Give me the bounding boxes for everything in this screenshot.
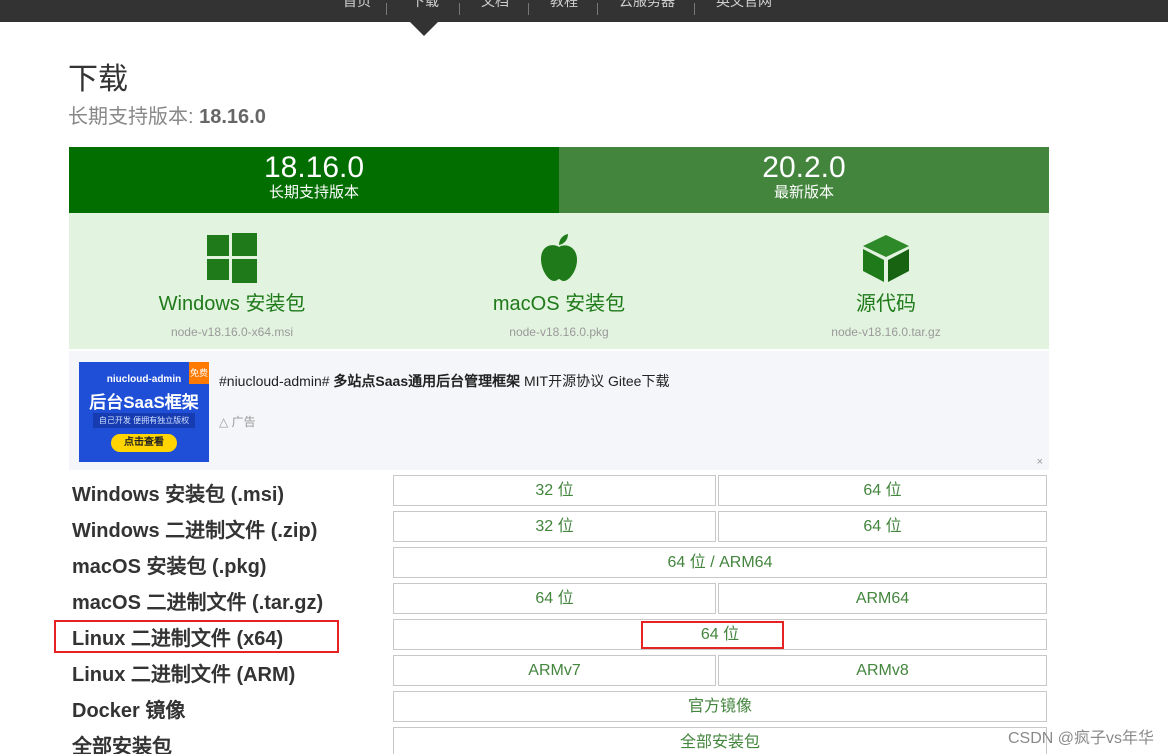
download-link[interactable]: ARMv7 <box>393 655 716 686</box>
subtitle-label: 长期支持版本: <box>68 106 194 128</box>
source-code-link[interactable]: 源代码 node-v18.16.0.tar.gz <box>723 213 1049 349</box>
download-link[interactable]: 32 位 <box>393 511 716 542</box>
ad-banner-image[interactable]: 免费 niucloud-admin 后台SaaS框架 自己开发 便拥有独立版权 … <box>79 362 209 462</box>
ad-banner-headline: 后台SaaS框架 <box>89 393 199 412</box>
download-row-label: Windows 安装包 (.msi) <box>72 484 285 506</box>
nav-docs[interactable]: 文档 <box>481 0 509 11</box>
download-link[interactable]: 官方镜像 <box>393 691 1047 722</box>
download-row-all: 全部安装包 全部安装包 <box>0 725 1168 754</box>
ad-triangle-icon: △ <box>219 415 229 429</box>
ad-block: 免费 niucloud-admin 后台SaaS框架 自己开发 便拥有独立版权 … <box>69 351 1049 470</box>
ad-tag-label: 广告 <box>231 415 256 429</box>
download-row-linux-arm: Linux 二进制文件 (ARM) ARMv7 ARMv8 <box>0 653 1168 689</box>
highlight-box-label <box>54 620 339 653</box>
top-nav: 首页 下载 文档 教程 云服务器 英文官网 <box>0 0 1168 22</box>
download-row-label: Windows 二进制文件 (.zip) <box>72 520 318 542</box>
ad-text-suffix: MIT开源协议 Gitee下载 <box>520 373 670 389</box>
watermark: CSDN @疯子vs年华 <box>1007 730 1154 747</box>
nav-home[interactable]: 首页 <box>343 0 371 11</box>
download-row-label: macOS 二进制文件 (.tar.gz) <box>72 592 324 614</box>
nav-separator <box>597 3 598 15</box>
nav-separator <box>694 3 695 15</box>
download-row-label: Docker 镜像 <box>72 700 186 722</box>
tab-current-version[interactable]: 20.2.0 最新版本 <box>559 147 1049 213</box>
lts-version-label: 长期支持版本 <box>268 184 359 201</box>
download-link[interactable]: 64 位 / ARM64 <box>393 547 1047 578</box>
package-name: Windows 安装包 <box>158 293 306 315</box>
download-row-docker: Docker 镜像 官方镜像 <box>0 689 1168 725</box>
ad-close-icon[interactable]: × <box>1037 456 1043 468</box>
macos-installer-link[interactable]: macOS 安装包 node-v18.16.0.pkg <box>396 213 722 349</box>
package-file: node-v18.16.0.tar.gz <box>831 325 941 339</box>
download-row-windows-zip: Windows 二进制文件 (.zip) 32 位 64 位 <box>0 509 1168 545</box>
package-links: Windows 安装包 node-v18.16.0-x64.msi macOS … <box>69 213 1049 349</box>
apple-icon <box>396 233 722 283</box>
box-icon <box>723 233 1049 283</box>
highlight-box-link <box>641 621 784 649</box>
ad-text[interactable]: #niucloud-admin# 多站点Saas通用后台管理框架 MIT开源协议… <box>219 371 669 391</box>
package-file: node-v18.16.0.pkg <box>509 325 609 339</box>
ad-text-bold: 多站点Saas通用后台管理框架 <box>333 373 521 389</box>
ad-banner-sub: 自己开发 便拥有独立版权 <box>93 413 195 428</box>
download-link[interactable]: ARM64 <box>718 583 1047 614</box>
nav-separator <box>386 3 387 15</box>
nav-separator <box>528 3 529 15</box>
nav-cloud-server[interactable]: 云服务器 <box>619 0 675 11</box>
download-row-macos-pkg: macOS 安装包 (.pkg) 64 位 / ARM64 <box>0 545 1168 581</box>
download-link[interactable]: 64 位 <box>718 475 1047 506</box>
ad-banner-button[interactable]: 点击查看 <box>111 434 177 452</box>
download-row-label: 全部安装包 <box>72 736 172 754</box>
ad-banner-title: niucloud-admin <box>106 374 182 385</box>
nav-separator <box>459 3 460 15</box>
lts-version-number: 18.16.0 <box>263 151 365 184</box>
package-name: macOS 安装包 <box>492 293 626 315</box>
download-link[interactable]: ARMv8 <box>718 655 1047 686</box>
nav-active-caret <box>410 22 438 36</box>
ad-text-prefix: #niucloud-admin# <box>219 373 334 389</box>
download-link[interactable]: 64 位 <box>393 583 716 614</box>
download-link[interactable]: 64 位 <box>718 511 1047 542</box>
download-row-windows-msi: Windows 安装包 (.msi) 32 位 64 位 <box>0 473 1168 509</box>
page-subtitle: 长期支持版本: 18.16.0 <box>68 100 266 129</box>
nav-download[interactable]: 下载 <box>411 0 439 11</box>
download-link[interactable]: 全部安装包 <box>393 727 1047 754</box>
ad-tag: △ 广告 <box>219 413 256 430</box>
current-version-number: 20.2.0 <box>762 151 846 184</box>
nav-english-site[interactable]: 英文官网 <box>716 0 772 11</box>
download-row-label: macOS 安装包 (.pkg) <box>72 556 267 578</box>
windows-installer-link[interactable]: Windows 安装包 node-v18.16.0-x64.msi <box>69 213 395 349</box>
windows-icon <box>69 233 395 283</box>
nav-tutorials[interactable]: 教程 <box>550 0 578 11</box>
download-link[interactable]: 32 位 <box>393 475 716 506</box>
tab-lts-version[interactable]: 18.16.0 长期支持版本 <box>69 147 559 213</box>
download-row-macos-tar: macOS 二进制文件 (.tar.gz) 64 位 ARM64 <box>0 581 1168 617</box>
package-name: 源代码 <box>856 293 916 315</box>
page-title: 下载 <box>68 63 128 96</box>
current-version-label: 最新版本 <box>773 184 834 201</box>
package-file: node-v18.16.0-x64.msi <box>170 325 294 339</box>
download-row-label: Linux 二进制文件 (ARM) <box>72 664 296 686</box>
subtitle-version: 18.16.0 <box>199 106 266 128</box>
